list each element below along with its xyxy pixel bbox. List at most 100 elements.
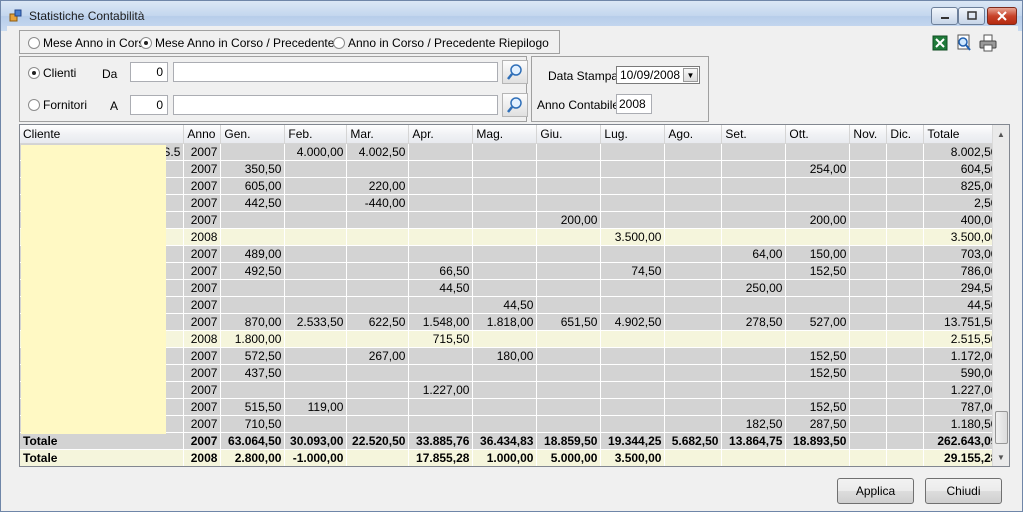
column-header[interactable]: Cliente	[20, 125, 185, 144]
close-window-button[interactable]	[987, 7, 1017, 25]
maximize-icon	[966, 11, 977, 20]
column-header[interactable]: Ott.	[785, 125, 851, 144]
totals-row[interactable]: Totale 2007 63.064,50 30.093,00 22.520,50 33.…	[20, 432, 1002, 450]
column-header[interactable]: Set.	[721, 125, 787, 144]
table-row[interactable]: T200744,5044,50	[20, 296, 1002, 314]
column-header[interactable]: Gen.	[220, 125, 286, 144]
table-cell: 119,00	[284, 398, 348, 416]
statistics-table: Cliente Anno Gen. Feb. Mar. Apr. Mag. Giu. Lug. A…	[20, 125, 1002, 466]
scroll-up-icon[interactable]: ▲	[993, 126, 1009, 142]
table-body: Special Electronic Design S.520074.000,0…	[20, 143, 1002, 466]
table-row[interactable]: S2007442,50-440,002,50	[20, 194, 1002, 212]
table-row[interactable]: T2007492,5066,5074,50152,50786,00	[20, 262, 1002, 280]
scroll-down-icon[interactable]: ▼	[993, 449, 1009, 465]
column-header[interactable]: Anno	[183, 125, 222, 144]
table-cell	[600, 415, 666, 433]
table-cell	[849, 296, 888, 314]
column-header[interactable]: Ago.	[664, 125, 723, 144]
table-cell	[536, 245, 602, 263]
table-cell: 74,50	[600, 262, 666, 280]
search-da-button[interactable]	[502, 60, 528, 84]
table-cell: 250,00	[721, 279, 787, 297]
subject-filter-box: Clienti Fornitori Da A 0 0	[19, 56, 528, 122]
radio-clienti[interactable]: Clienti	[28, 66, 76, 80]
table-cell	[472, 415, 538, 433]
table-cell	[536, 330, 602, 348]
maximize-button[interactable]	[958, 7, 985, 25]
table-cell: 2007	[183, 432, 222, 450]
table-cell	[664, 245, 723, 263]
column-header[interactable]: Nov.	[849, 125, 888, 144]
minimize-button[interactable]	[931, 7, 958, 25]
table-row[interactable]: U20071.227,001.227,00	[20, 381, 1002, 399]
data-stampa-dropdown[interactable]: 10/09/2008 ▼	[616, 66, 700, 84]
column-header[interactable]: Mag.	[472, 125, 538, 144]
statistics-grid[interactable]: Cliente Anno Gen. Feb. Mar. Apr. Mag. Giu. Lug. A…	[19, 124, 1010, 467]
printer-icon[interactable]	[979, 34, 997, 52]
table-cell	[408, 245, 474, 263]
radio-mese-anno-in-corso[interactable]: Mese Anno in Corso	[28, 36, 151, 50]
table-row[interactable]: S2007200,00200,00400,00	[20, 211, 1002, 229]
column-header[interactable]: Mar.	[346, 125, 410, 144]
table-cell: 22.520,50	[346, 432, 410, 450]
table-cell	[664, 449, 723, 466]
table-cell	[721, 262, 787, 280]
table-row[interactable]: Special Electronic Design S.520074.000,0…	[20, 143, 1002, 161]
column-header[interactable]: Totale	[923, 125, 1002, 144]
excel-icon[interactable]	[931, 34, 949, 52]
table-cell	[886, 398, 925, 416]
table-row[interactable]: T20081.800,00715,502.515,50	[20, 330, 1002, 348]
column-header[interactable]: Giu.	[536, 125, 602, 144]
table-cell	[220, 143, 286, 161]
table-row[interactable]: S2007605,00220,00825,00	[20, 177, 1002, 195]
radio-fornitori[interactable]: Fornitori	[28, 98, 87, 112]
table-row[interactable]: T2007870,002.533,50622,501.548,001.818,0…	[20, 313, 1002, 331]
column-header[interactable]: Feb.	[284, 125, 348, 144]
table-cell	[220, 279, 286, 297]
anno-contabile-input[interactable]: 2008	[616, 94, 652, 114]
table-row[interactable]: S20083.500,003.500,00	[20, 228, 1002, 246]
table-cell	[886, 330, 925, 348]
radio-label: Mese Anno in Corso / Precedente	[155, 36, 335, 50]
da-code-input[interactable]: 0	[130, 62, 168, 82]
table-cell	[849, 160, 888, 178]
table-cell: 703,00	[923, 245, 1002, 263]
totals-row[interactable]: Totale 2008 2.800,00 -1.000,00 17.855,28 1.00…	[20, 449, 1002, 466]
search-a-button[interactable]	[502, 93, 528, 117]
column-header[interactable]: Apr.	[408, 125, 474, 144]
table-cell: 2007	[183, 143, 222, 161]
table-cell	[785, 177, 851, 195]
radio-anno-corso-precedente-riepilogo[interactable]: Anno in Corso / Precedente Riepilogo	[333, 36, 549, 50]
zoom-preview-icon[interactable]	[955, 34, 973, 52]
table-row[interactable]: T2007489,0064,00150,00703,00	[20, 245, 1002, 263]
table-row[interactable]: T2007572,50267,00180,00152,501.172,00	[20, 347, 1002, 365]
column-header[interactable]: Dic.	[886, 125, 925, 144]
table-cell: 19.344,25	[600, 432, 666, 450]
table-row[interactable]: S2007350,50254,00604,50	[20, 160, 1002, 178]
table-cell	[664, 262, 723, 280]
chiudi-button[interactable]: Chiudi	[925, 478, 1002, 504]
da-name-input[interactable]	[173, 62, 498, 82]
table-row[interactable]: V2007710,50182,50287,501.180,50	[20, 415, 1002, 433]
table-cell: 605,00	[220, 177, 286, 195]
table-cell	[785, 296, 851, 314]
table-row[interactable]: T2007437,50152,50590,00	[20, 364, 1002, 382]
table-row[interactable]: T200744,50250,00294,50	[20, 279, 1002, 297]
radio-dot	[28, 67, 40, 79]
column-header[interactable]: Lug.	[600, 125, 666, 144]
table-row[interactable]: V2007515,50119,00152,50787,00	[20, 398, 1002, 416]
table-cell	[536, 296, 602, 314]
a-code-input[interactable]: 0	[130, 95, 168, 115]
radio-mese-anno-corso-precedente[interactable]: Mese Anno in Corso / Precedente	[140, 36, 334, 50]
table-cell	[886, 228, 925, 246]
vertical-scrollbar[interactable]: ▲ ▼	[992, 125, 1009, 466]
a-name-input[interactable]	[173, 95, 498, 115]
table-cell: 1.000,00	[472, 449, 538, 466]
table-cell: 710,50	[220, 415, 286, 433]
table-cell	[664, 347, 723, 365]
scroll-thumb[interactable]	[995, 411, 1008, 444]
table-cell	[472, 398, 538, 416]
applica-button[interactable]: Applica	[837, 478, 914, 504]
chevron-down-icon[interactable]: ▼	[683, 68, 698, 82]
table-cell	[408, 364, 474, 382]
